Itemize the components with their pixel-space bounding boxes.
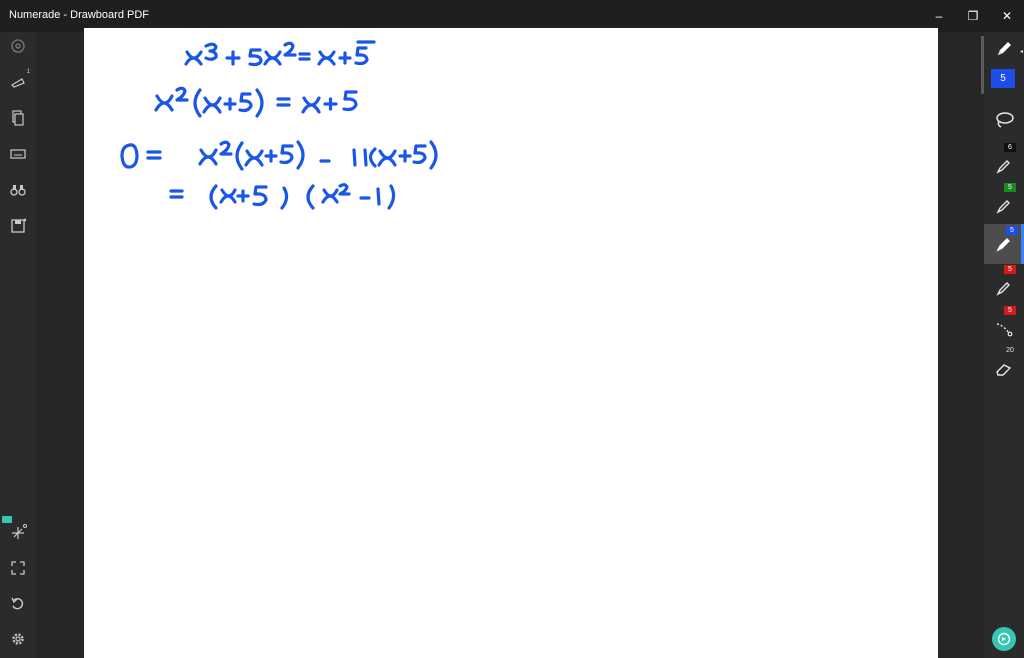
pen-size-badge: 6	[1004, 143, 1016, 152]
nav-button[interactable]	[992, 627, 1016, 651]
ruler-badge: 1	[26, 69, 30, 75]
dotted-line-icon[interactable]: 5	[989, 306, 1019, 344]
window-title: Numerade - Drawboard PDF	[9, 9, 149, 21]
close-button[interactable]: ✕	[990, 0, 1024, 32]
pages-icon[interactable]	[8, 108, 28, 128]
pen-icon[interactable]: 6	[989, 143, 1019, 181]
settings-icon[interactable]	[8, 36, 28, 56]
ruler-icon[interactable]: 1	[8, 69, 30, 91]
lasso-icon[interactable]	[989, 105, 1019, 135]
eraser-size-badge: 20	[1006, 347, 1014, 354]
pdf-page[interactable]	[84, 28, 938, 658]
keyboard-icon[interactable]	[8, 144, 28, 164]
restore-button[interactable]: ❐	[956, 0, 990, 32]
pen-size-badge: 5	[1004, 183, 1016, 192]
fullscreen-icon[interactable]	[8, 558, 28, 578]
eraser-icon[interactable]: 20	[989, 347, 1019, 384]
pen-size-badge: 5	[1004, 265, 1016, 274]
protractor-icon[interactable]	[8, 522, 28, 542]
pen-tool-icon[interactable]: ◂	[989, 34, 1023, 64]
undo-icon[interactable]	[8, 594, 28, 614]
pen-icon-blue[interactable]: 5	[984, 224, 1024, 264]
left-toolbar: 1	[0, 32, 36, 658]
save-icon[interactable]	[8, 216, 28, 236]
handwriting-ink	[120, 40, 438, 210]
line-size-badge: 5	[1004, 306, 1016, 315]
binoculars-icon[interactable]	[8, 180, 28, 200]
pen-size-badge: 5	[1006, 226, 1018, 235]
right-toolbar: ◂ 6 5 5 5 5 20	[984, 32, 1024, 658]
gear-icon[interactable]	[8, 629, 28, 649]
expand-caret-icon: ◂	[1019, 49, 1023, 55]
pen-size-box[interactable]: 5	[991, 69, 1015, 88]
pen-icon-red[interactable]: 5	[989, 265, 1019, 303]
pen-icon-green[interactable]: 5	[989, 183, 1019, 221]
